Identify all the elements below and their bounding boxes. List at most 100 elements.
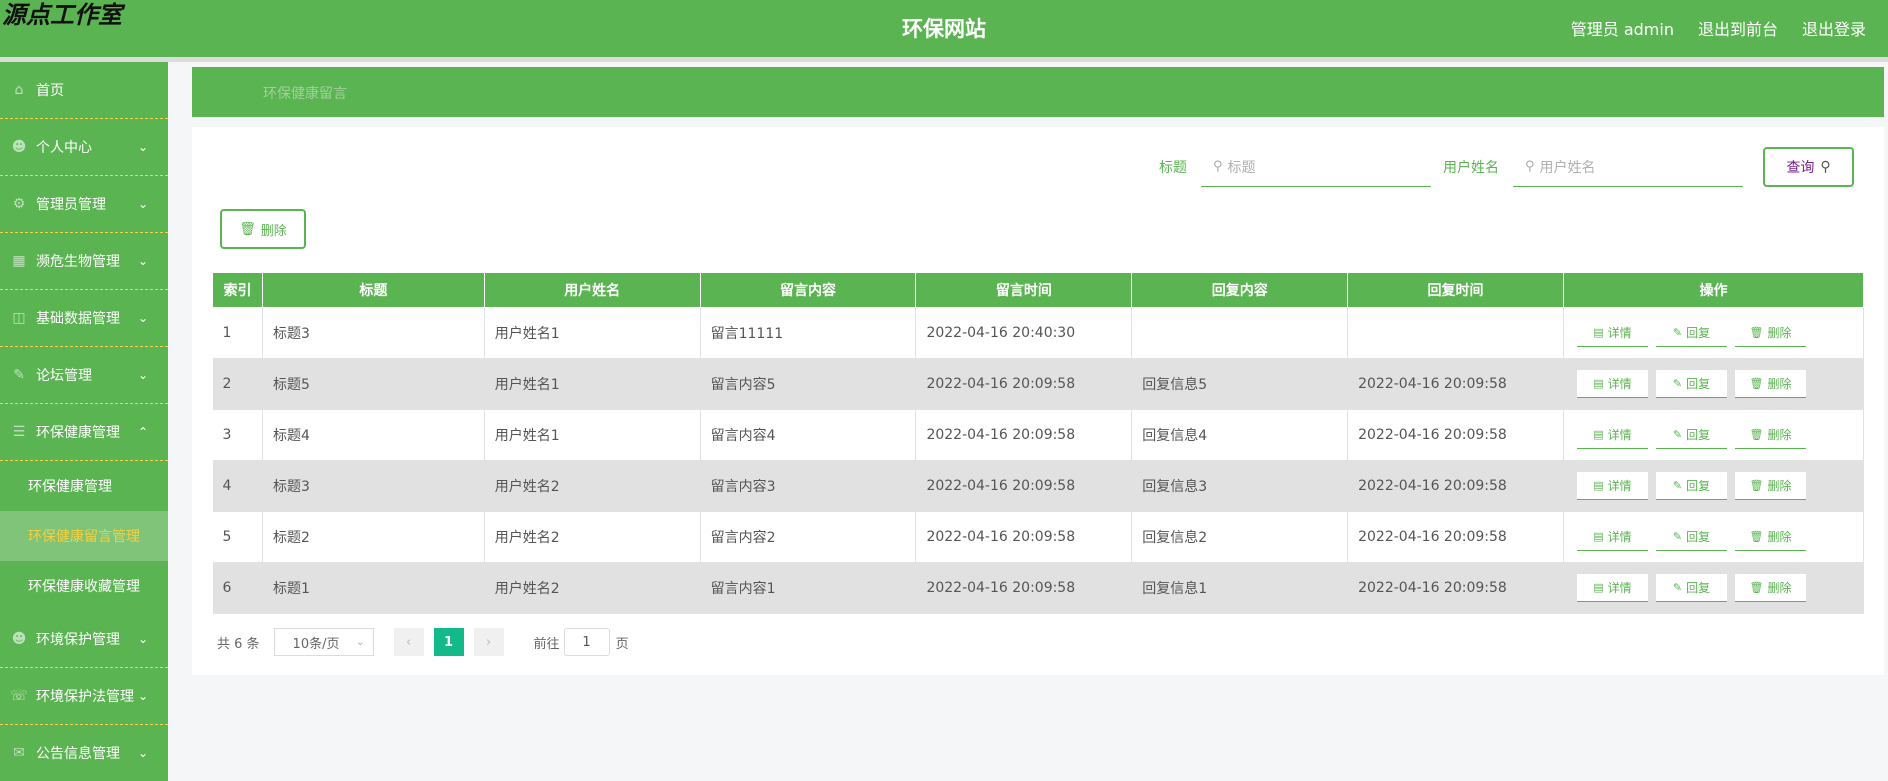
reply-button[interactable]: ✎ 回复: [1655, 370, 1727, 398]
reply-button[interactable]: ✎ 回复: [1655, 523, 1727, 551]
search-icon: ⚲: [1525, 159, 1535, 174]
table-cell: 2022-04-16 20:09:58: [1347, 460, 1564, 512]
table-cell: 留言内容3: [700, 460, 917, 512]
breadcrumb[interactable]: 环保健康留言: [263, 83, 347, 103]
row-actions: ▤ 详情 ✎ 回复 🗑 删除: [1574, 319, 1863, 347]
table-cell: 6: [212, 562, 263, 614]
detail-button[interactable]: ▤ 详情: [1576, 370, 1648, 398]
goto-page-input[interactable]: 1: [563, 628, 610, 656]
sidebar-item[interactable]: ⌂ 首页: [0, 62, 168, 119]
delete-button[interactable]: 🗑 删除: [1734, 370, 1806, 398]
detail-button-label: 详情: [1607, 326, 1632, 340]
delete-button[interactable]: 🗑 删除: [1734, 319, 1806, 347]
trash-icon: 🗑: [1749, 377, 1764, 390]
table-cell: 2022-04-16 20:09:58: [1347, 358, 1564, 410]
page-size-select[interactable]: 10条/页 ⌄: [273, 628, 374, 656]
chevron-down-icon: ⌄: [137, 254, 148, 268]
chevron-down-icon: ⌄: [137, 689, 148, 703]
reply-button[interactable]: ✎ 回复: [1655, 472, 1727, 500]
forum-icon: ✎: [13, 367, 25, 383]
table-cell: 标题2: [262, 511, 485, 563]
edit-icon: ✎: [1672, 530, 1683, 543]
title-search-label: 标题: [1159, 160, 1187, 176]
delete-button[interactable]: 🗑 删除: [1734, 421, 1806, 449]
page-number-current[interactable]: 1: [433, 628, 464, 656]
sidebar-item[interactable]: ◫ 基础数据管理 ⌄: [0, 290, 168, 347]
next-page-button[interactable]: ›: [473, 628, 504, 656]
detail-button[interactable]: ▤ 详情: [1576, 319, 1648, 347]
table-cell: 标题4: [262, 409, 485, 461]
logout-link[interactable]: 退出登录: [1802, 16, 1866, 40]
trash-icon: 🗑: [239, 221, 256, 237]
sidebar-item[interactable]: ✎ 论坛管理 ⌄: [0, 347, 168, 404]
table-body: 1 标题3 用户姓名1 留言11111 2022-04-16 20:40:30 ▤ 详情 ✎ 回…: [212, 307, 1865, 614]
sidebar-item[interactable]: ☻ 环境保护管理 ⌄: [0, 611, 168, 668]
delete-button[interactable]: 🗑 删除: [1734, 472, 1806, 500]
page-size-value: 10条/页: [292, 636, 340, 652]
column-header: 用户姓名: [483, 272, 701, 308]
sidebar-item[interactable]: ✉ 公告信息管理 ⌄: [0, 725, 168, 781]
chevron-down-icon: ⌄: [137, 197, 148, 211]
exit-to-front-link[interactable]: 退出到前台: [1698, 16, 1778, 40]
document-icon: ▤: [1593, 326, 1604, 339]
table-cell: 2022-04-16 20:09:58: [915, 460, 1133, 512]
detail-button-label: 详情: [1607, 479, 1632, 493]
table-cell: 用户姓名1: [484, 307, 701, 359]
actions-cell: ▤ 详情 ✎ 回复 🗑 删除: [1563, 460, 1865, 512]
sidebar-item-label: 基础数据管理: [36, 311, 120, 327]
detail-button[interactable]: ▤ 详情: [1576, 472, 1648, 500]
table-cell: 2022-04-16 20:09:58: [915, 358, 1133, 410]
query-button[interactable]: 查询 ⚲: [1763, 147, 1854, 187]
table-cell: 用户姓名1: [484, 358, 701, 410]
table-cell: 2022-04-16 20:09:58: [1347, 409, 1564, 461]
delete-button-label: 删除: [1767, 377, 1792, 391]
user-search-label: 用户姓名: [1443, 160, 1499, 176]
actions-cell: ▤ 详情 ✎ 回复 🗑 删除: [1563, 358, 1865, 410]
content-panel: 标题 ⚲ 标题 用户姓名 ⚲ 用户姓名 查询 ⚲ 🗑 删除 索引 标题 用户姓名 留言…: [192, 127, 1884, 675]
chevron-left-icon: ‹: [405, 634, 412, 650]
sidebar-item[interactable]: ☰ 环保健康管理 ⌃: [0, 404, 168, 461]
sidebar-item[interactable]: ☏ 环境保护法管理 ⌄: [0, 668, 168, 725]
detail-button[interactable]: ▤ 详情: [1576, 523, 1648, 551]
search-icon: ⚲: [1820, 159, 1831, 175]
table-cell: 标题3: [262, 460, 485, 512]
table-cell: 2022-04-16 20:09:58: [915, 562, 1133, 614]
reply-button-label: 回复: [1686, 530, 1711, 544]
message-table: 索引 标题 用户姓名 留言内容 留言时间 回复内容 回复时间 操作 1 标题3 用户姓名1 留言11…: [212, 272, 1865, 614]
table-cell: 留言11111: [700, 307, 917, 359]
reply-button-label: 回复: [1686, 479, 1711, 493]
sidebar-subitem[interactable]: 环保健康管理: [0, 461, 168, 511]
goto-label: 前往: [533, 636, 560, 652]
reply-button[interactable]: ✎ 回复: [1655, 421, 1727, 449]
table-row: 6 标题1 用户姓名2 留言内容1 2022-04-16 20:09:58 回复信息1 20…: [212, 562, 1865, 614]
table-cell: 用户姓名1: [484, 409, 701, 461]
detail-button[interactable]: ▤ 详情: [1576, 421, 1648, 449]
table-cell: 标题1: [262, 562, 485, 614]
grid-icon: ▦: [12, 253, 26, 269]
sidebar-item[interactable]: ⚙ 管理员管理 ⌄: [0, 176, 168, 233]
detail-button[interactable]: ▤ 详情: [1576, 574, 1648, 602]
edit-icon: ✎: [1672, 377, 1683, 390]
reply-button-label: 回复: [1686, 428, 1711, 442]
delete-button[interactable]: 🗑 删除: [1734, 523, 1806, 551]
sidebar-subitem[interactable]: 环保健康留言管理: [0, 511, 168, 561]
batch-delete-button[interactable]: 🗑 删除: [220, 209, 306, 249]
prev-page-button[interactable]: ‹: [393, 628, 424, 656]
table-cell: 用户姓名2: [484, 460, 701, 512]
delete-button[interactable]: 🗑 删除: [1734, 574, 1806, 602]
table-row: 2 标题5 用户姓名1 留言内容5 2022-04-16 20:09:58 回复信息5 20…: [212, 358, 1865, 410]
table-cell: 1: [212, 307, 263, 359]
sidebar-item[interactable]: ▦ 濒危生物管理 ⌄: [0, 233, 168, 290]
title-search-input[interactable]: ⚲ 标题: [1201, 147, 1431, 187]
sidebar-item[interactable]: ☻ 个人中心 ⌄: [0, 119, 168, 176]
reply-button[interactable]: ✎ 回复: [1655, 574, 1727, 602]
database-icon: ◫: [12, 310, 26, 326]
document-icon: ▤: [1593, 377, 1604, 390]
sidebar-subitem[interactable]: 环保健康收藏管理: [0, 561, 168, 611]
chevron-down-icon: ⌄: [137, 368, 148, 382]
detail-button-label: 详情: [1607, 581, 1632, 595]
reply-button[interactable]: ✎ 回复: [1655, 319, 1727, 347]
user-search-input[interactable]: ⚲ 用户姓名: [1513, 147, 1743, 187]
total-count: 共 6 条: [217, 636, 260, 652]
column-header: 操作: [1562, 272, 1865, 308]
